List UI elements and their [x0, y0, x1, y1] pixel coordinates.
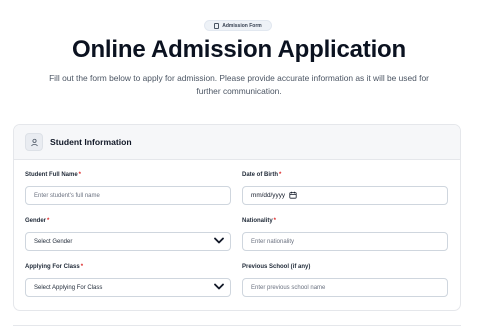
class-field: Applying For Class* Select Applying For …: [25, 263, 231, 297]
required-mark: *: [78, 172, 82, 178]
required-mark: *: [279, 172, 282, 178]
required-mark: *: [47, 218, 50, 224]
nationality-label: Nationality: [242, 218, 273, 224]
required-mark: *: [273, 218, 277, 224]
section-title: Student Information: [50, 137, 132, 147]
nationality-input[interactable]: Enter nationality: [242, 232, 448, 251]
gender-selected: Select Gender: [34, 238, 73, 245]
user-icon: [25, 133, 43, 151]
form-badge-label: Admission Form: [222, 22, 262, 29]
required-mark: *: [80, 264, 84, 270]
gender-field: Gender* Select Gender: [25, 217, 231, 251]
page-subtitle: Fill out the form below to apply for adm…: [49, 73, 429, 96]
gender-label: Gender: [25, 218, 47, 224]
previous-school-label: Previous School (if any): [242, 264, 311, 270]
calendar-icon[interactable]: [289, 191, 297, 201]
dob-label: Date of Birth: [242, 172, 278, 178]
gender-select[interactable]: Select Gender: [25, 232, 231, 251]
form-badge: Admission Form: [204, 20, 272, 31]
full-name-label: Student Full Name: [25, 172, 78, 178]
class-label: Applying For Class: [25, 264, 80, 270]
nationality-placeholder: Enter nationality: [251, 238, 295, 245]
previous-school-field: Previous School (if any) Enter previous …: [242, 263, 448, 297]
document-icon: [214, 22, 220, 29]
chevron-down-icon: [214, 283, 224, 292]
nationality-field: Nationality* Enter nationality: [242, 217, 448, 251]
previous-school-placeholder: Enter previous school name: [251, 284, 326, 291]
dob-value: mm/dd/yyyy: [251, 192, 286, 199]
full-name-input[interactable]: Enter student's full name: [25, 186, 231, 205]
dob-field: Date of Birth* mm/dd/yyyy: [242, 171, 448, 205]
class-selected: Select Applying For Class: [34, 284, 103, 291]
full-name-placeholder: Enter student's full name: [34, 192, 100, 199]
class-select[interactable]: Select Applying For Class: [25, 278, 231, 297]
next-section-divider: [13, 325, 461, 326]
student-information-card: Student Information Student Full Name* E…: [13, 124, 461, 311]
full-name-field: Student Full Name* Enter student's full …: [25, 171, 231, 205]
card-header: Student Information: [14, 125, 460, 160]
previous-school-input[interactable]: Enter previous school name: [242, 278, 448, 297]
dob-input[interactable]: mm/dd/yyyy: [242, 186, 448, 205]
page-title: Online Admission Application: [72, 36, 406, 63]
chevron-down-icon: [214, 237, 224, 246]
